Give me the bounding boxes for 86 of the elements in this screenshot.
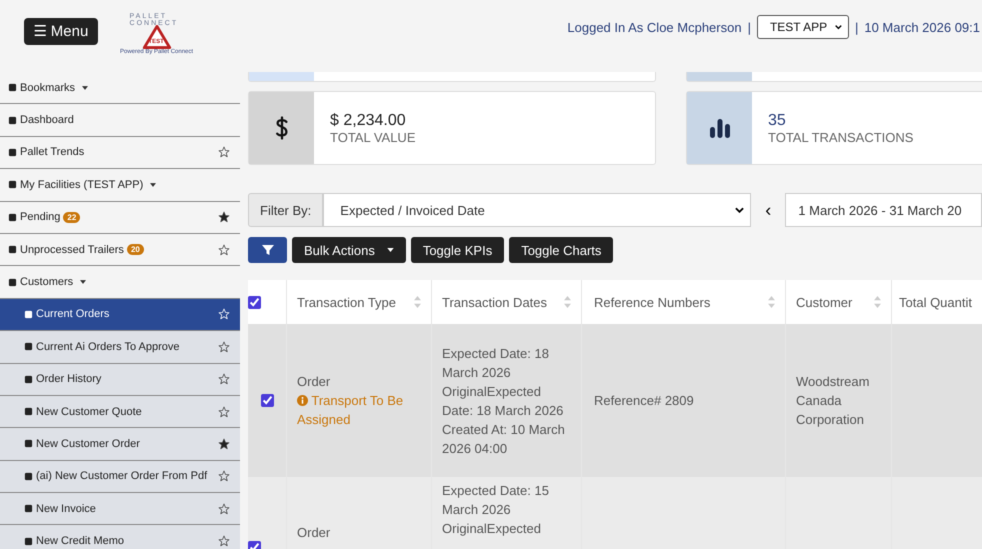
menu-icon bbox=[24, 342, 33, 352]
menu-icon bbox=[8, 180, 17, 190]
menu-button[interactable]: ☰ Menu bbox=[24, 18, 98, 44]
sidebar-label: Dashboard bbox=[20, 114, 74, 126]
sidebar-label: Bookmarks bbox=[20, 82, 76, 94]
sidebar-item[interactable]: New Credit Memo bbox=[0, 525, 240, 549]
sidebar-item[interactable]: New Invoice bbox=[0, 493, 240, 526]
menu-icon bbox=[8, 148, 17, 157]
sidebar-label: Pending bbox=[20, 211, 60, 224]
toggle-button[interactable]: Toggle KPIs bbox=[410, 237, 504, 263]
bar-chart-icon bbox=[708, 118, 730, 138]
sidebar-item[interactable]: Current Ai Orders To Approve bbox=[0, 331, 240, 364]
sidebar-label: New Credit Memo bbox=[36, 535, 124, 548]
separator: | bbox=[748, 20, 751, 34]
row-checkbox[interactable] bbox=[260, 394, 274, 407]
warning-triangle-icon bbox=[142, 25, 172, 49]
reference-number: Reference# 2809 bbox=[594, 392, 694, 410]
menu-icon bbox=[8, 116, 17, 125]
count-badge: 20 bbox=[126, 244, 144, 256]
app-select[interactable]: TEST APP bbox=[756, 15, 849, 39]
customer-name: Woodstream Canada Corporation bbox=[796, 373, 870, 429]
filter-icon bbox=[262, 244, 274, 256]
sidebar-label: Customers bbox=[20, 276, 74, 288]
transaction-dates: Expected Date: 18 March 2026 OriginalExpected Date: 18 March 2026 Created At: 10 March 2026 04:00 bbox=[442, 344, 566, 458]
sidebar-item[interactable]: New Customer Quote bbox=[0, 396, 240, 428]
sidebar-label: Current Orders bbox=[36, 308, 110, 320]
star-filled-icon[interactable] bbox=[218, 438, 230, 450]
star-outline-icon[interactable] bbox=[218, 470, 230, 482]
sidebar-label: New Customer Order bbox=[36, 438, 140, 450]
column-header[interactable]: Total Quantit bbox=[892, 280, 982, 324]
info-icon bbox=[297, 395, 308, 406]
menu-icon bbox=[24, 310, 33, 319]
sidebar-label: Current Ai Orders To Approve bbox=[36, 340, 180, 353]
menu-icon bbox=[8, 83, 17, 92]
count-badge: 22 bbox=[63, 212, 80, 223]
transaction-type: Order bbox=[297, 373, 330, 391]
star-outline-icon[interactable] bbox=[218, 535, 230, 548]
kpi-label: TOTAL VALUE bbox=[330, 130, 416, 144]
date-time: 10 March 2026 09:1 bbox=[864, 20, 980, 34]
star-outline-icon[interactable] bbox=[218, 146, 230, 158]
sidebar-label: Unprocessed Trailers bbox=[20, 244, 124, 256]
sidebar-item[interactable]: (ai) New Customer Order From Pdf bbox=[0, 460, 240, 494]
star-outline-icon[interactable] bbox=[218, 340, 230, 353]
sidebar-label: New Customer Quote bbox=[36, 406, 142, 418]
date-range-field[interactable]: 1 March 2026 - 31 March 20 bbox=[785, 193, 982, 227]
sidebar-label: Order History bbox=[36, 373, 102, 386]
sidebar-item[interactable]: Order History bbox=[0, 364, 240, 396]
sidebar-item[interactable]: Current Orders bbox=[0, 298, 240, 332]
menu-icon bbox=[8, 278, 17, 287]
star-outline-icon[interactable] bbox=[218, 373, 230, 386]
kpi-value: $ 2,234.00 bbox=[330, 112, 407, 130]
dollar-icon bbox=[274, 115, 288, 141]
menu-icon bbox=[24, 374, 33, 384]
toggle-button[interactable]: Toggle Charts bbox=[509, 237, 614, 263]
chevron-down-icon bbox=[835, 24, 842, 30]
star-outline-icon[interactable] bbox=[218, 244, 230, 256]
filter-button[interactable] bbox=[248, 237, 287, 263]
filter-select[interactable]: Expected / Invoiced Date bbox=[323, 193, 752, 227]
menu-icon bbox=[24, 439, 33, 448]
filter-label: Filter By: bbox=[248, 193, 324, 227]
kpi-value: 35 bbox=[768, 112, 787, 130]
menu-icon bbox=[8, 245, 17, 254]
star-filled-icon[interactable] bbox=[218, 211, 230, 224]
sidebar-item[interactable]: Pending 22 bbox=[0, 202, 240, 234]
transaction-dates: Expected Date: 15 March 2026 OriginalExpected bbox=[442, 482, 550, 538]
menu-icon bbox=[8, 212, 17, 222]
logged-in-text: Logged In As Cloe Mcpherson bbox=[567, 20, 742, 34]
bulk-actions-button[interactable]: Bulk Actions bbox=[292, 237, 406, 263]
sidebar-label: Pallet Trends bbox=[20, 146, 84, 158]
separator: | bbox=[854, 20, 858, 34]
sidebar-label: My Facilities (TEST APP) bbox=[20, 178, 144, 191]
kpi-label: TOTAL TRANSACTIONS bbox=[768, 130, 914, 144]
transaction-type: Order bbox=[297, 524, 330, 542]
star-outline-icon[interactable] bbox=[218, 502, 230, 515]
star-outline-icon[interactable] bbox=[218, 406, 230, 418]
menu-icon bbox=[24, 472, 33, 481]
chevron-down-icon bbox=[735, 207, 744, 213]
caret-icon bbox=[386, 248, 394, 252]
menu-icon bbox=[24, 536, 33, 546]
sidebar-label: New Invoice bbox=[36, 502, 96, 515]
sidebar-item[interactable]: New Customer Order bbox=[0, 428, 240, 461]
status-text: Transport To Be Assigned bbox=[297, 392, 404, 429]
menu-icon bbox=[24, 407, 33, 416]
sidebar-label: (ai) New Customer Order From Pdf bbox=[36, 470, 208, 482]
menu-icon bbox=[24, 504, 33, 514]
select-all-checkbox[interactable] bbox=[248, 296, 261, 308]
